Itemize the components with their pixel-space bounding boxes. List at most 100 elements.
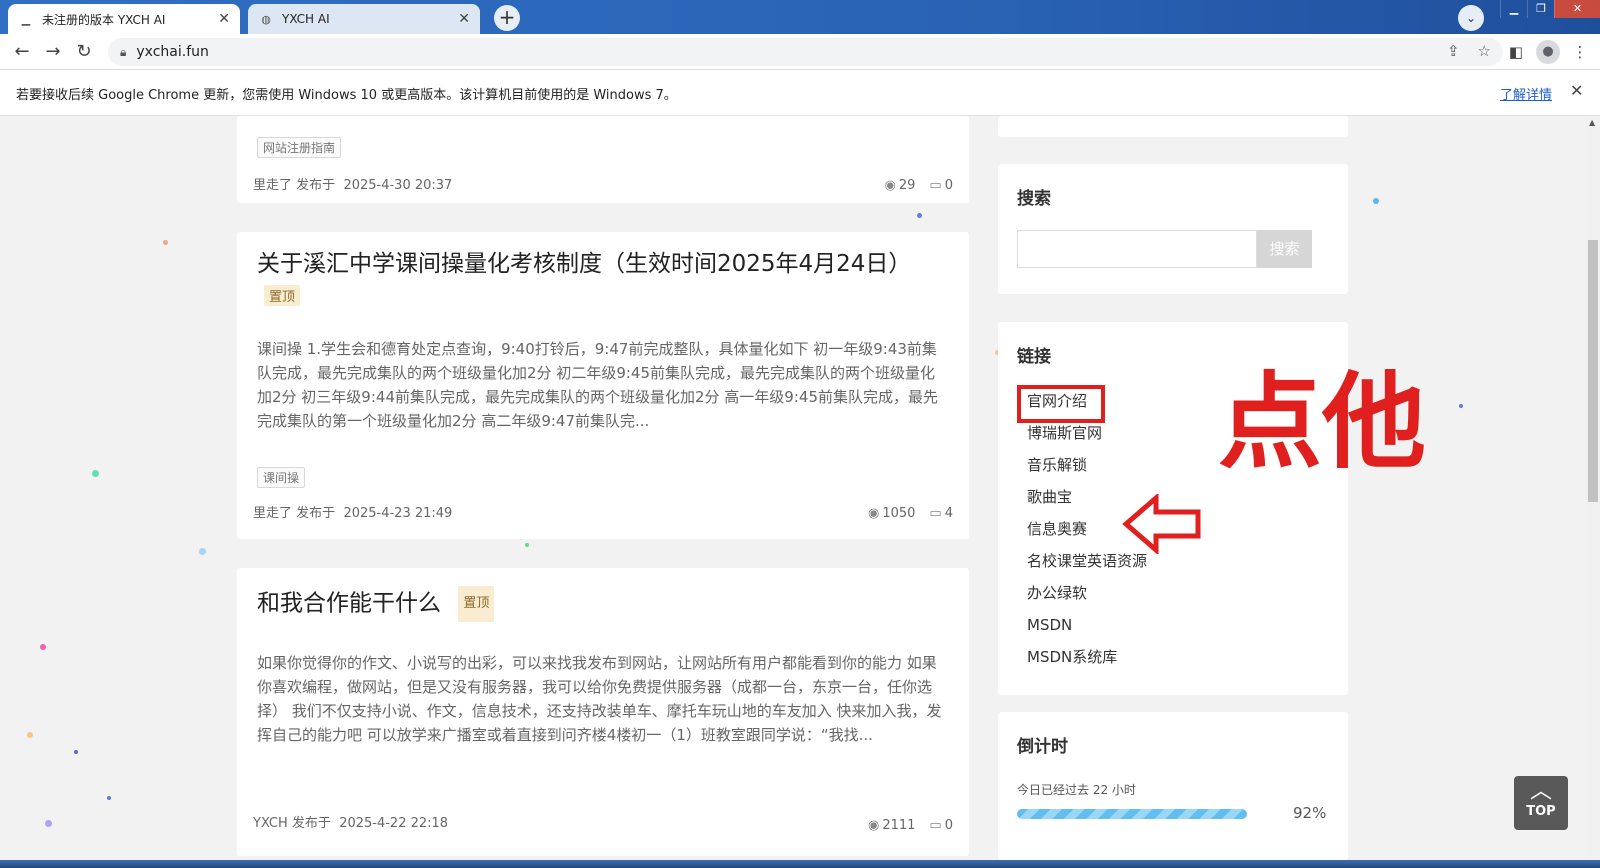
comment-count: 0 <box>944 178 953 193</box>
window-controls: ▁ ❐ ✕ <box>1500 0 1600 18</box>
lock-icon[interactable]: 🔒︎ <box>120 45 126 60</box>
particle-dot <box>74 750 78 754</box>
back-to-top-button[interactable]: ︿ TOP <box>1514 776 1568 830</box>
post-tag[interactable]: 网站注册指南 <box>257 137 342 158</box>
scrollbar-thumb[interactable] <box>1588 240 1598 502</box>
post-date: 2025-4-30 20:37 <box>343 178 453 193</box>
post-meta: YXCH 发布于 2025-4-22 22:18 <box>253 812 448 831</box>
tab-inactive[interactable]: ◍ YXCH AI ✕ <box>248 4 480 34</box>
tab-strip: ▁ 未注册的版本 YXCH AI ✕ ◍ YXCH AI ✕ + ⌄ ▁ ❐ ✕ <box>0 0 1600 34</box>
search-button[interactable]: 搜索 <box>1257 230 1312 268</box>
window-close-icon[interactable]: ✕ <box>1554 0 1600 18</box>
reload-icon[interactable]: ↻ <box>72 40 96 64</box>
learn-more-link[interactable]: 了解详情 <box>1500 84 1552 103</box>
site-favicon-icon: ▁ <box>21 12 31 26</box>
close-tab-icon[interactable]: ✕ <box>458 11 470 27</box>
post-title[interactable]: 和我合作能干什么 置顶 <box>257 586 495 622</box>
post-author[interactable]: YXCH <box>253 816 288 831</box>
post-meta: 里走了 发布于 2025-4-23 21:49 <box>253 502 452 521</box>
post-card[interactable]: 网站注册指南 里走了 发布于 2025-4-30 20:37 ◉ 29 ▭ 0 <box>237 116 969 203</box>
highlight-box <box>1017 385 1105 423</box>
eye-icon: ◉ <box>884 178 896 193</box>
post-tag[interactable]: 课间操 <box>257 467 306 488</box>
post-date: 2025-4-22 22:18 <box>339 816 449 831</box>
particle-dot <box>199 548 206 555</box>
url-text: yxchai.fun <box>136 44 209 60</box>
comment-icon: ▭ <box>929 178 942 193</box>
back-arrow-icon[interactable]: ← <box>10 40 34 64</box>
view-count: 29 <box>898 178 916 193</box>
close-tab-icon[interactable]: ✕ <box>218 11 230 27</box>
tab-active[interactable]: ▁ 未注册的版本 YXCH AI ✕ <box>8 4 240 34</box>
post-author[interactable]: 里走了 <box>253 506 292 521</box>
restore-icon[interactable]: ❐ <box>1527 0 1554 18</box>
post-excerpt: 课间操 1.学生会和德育处定点查询，9:40打铃后，9:47前完成整队，具体量化… <box>257 340 938 430</box>
particle-dot <box>163 240 168 245</box>
day-progress-bar <box>1017 809 1247 819</box>
forward-arrow-icon[interactable]: → <box>41 40 65 64</box>
post-stats: ◉ 1050 ▭ 4 <box>868 506 953 521</box>
particle-dot <box>92 470 99 477</box>
address-bar[interactable]: 🔒︎ yxchai.fun ⇪ ☆ <box>108 38 1503 66</box>
scroll-up-icon[interactable]: ▲ <box>1589 118 1595 127</box>
comment-icon: ▭ <box>929 818 942 833</box>
os-taskbar <box>0 860 1600 868</box>
published-label: 发布于 <box>296 506 336 521</box>
search-widget: 搜索 搜索 <box>998 164 1348 294</box>
share-icon[interactable]: ⇪ <box>1447 42 1460 60</box>
particle-dot <box>40 644 46 650</box>
view-count: 2111 <box>882 818 916 833</box>
tab-search-button[interactable]: ⌄ <box>1458 5 1484 31</box>
sidebar-card <box>998 116 1348 137</box>
profile-avatar-icon[interactable]: ● <box>1536 40 1560 64</box>
published-label: 发布于 <box>291 816 331 831</box>
countdown-label: 今日已经过去 22 小时 <box>1017 783 1136 797</box>
post-card[interactable]: 和我合作能干什么 置顶 如果你觉得你的作文、小说写的出彩，可以来找我发布到网站，… <box>237 568 969 856</box>
comment-count: 4 <box>944 506 953 521</box>
post-author[interactable]: 里走了 <box>253 178 292 193</box>
eye-icon: ◉ <box>867 506 880 521</box>
particle-dot <box>107 796 111 800</box>
particle-dot <box>917 213 922 218</box>
post-title-text[interactable]: 关于溪汇中学课间操量化考核制度（生效时间2025年4月24日） <box>257 251 911 277</box>
link-item[interactable]: 音乐解锁 <box>1027 452 1147 484</box>
tab-title: YXCH AI <box>282 12 330 26</box>
eye-icon: ◉ <box>867 818 880 833</box>
pinned-badge: 置顶 <box>458 586 495 622</box>
progress-percent: 92% <box>1293 804 1327 822</box>
new-tab-button[interactable]: + <box>494 5 520 31</box>
links-heading: 链接 <box>1017 347 1051 367</box>
post-date: 2025-4-23 21:49 <box>343 506 453 521</box>
view-count: 1050 <box>882 506 916 521</box>
back-to-top-label: TOP <box>1526 804 1556 819</box>
side-panel-icon[interactable]: ◧ <box>1504 40 1528 64</box>
page-content: 网站注册指南 里走了 发布于 2025-4-30 20:37 ◉ 29 ▭ 0 关于… <box>0 116 1586 860</box>
post-title-text[interactable]: 和我合作能干什么 <box>257 591 441 617</box>
post-stats: ◉ 29 ▭ 0 <box>885 178 953 193</box>
search-input[interactable] <box>1017 230 1257 268</box>
link-item[interactable]: MSDN系统库 <box>1027 644 1147 676</box>
left-arrow-annotation-icon <box>1122 494 1201 554</box>
comment-count: 0 <box>944 818 953 833</box>
close-infobar-icon[interactable]: ✕ <box>1570 81 1583 100</box>
link-item[interactable]: 办公绿软 <box>1027 580 1147 612</box>
published-label: 发布于 <box>296 178 336 193</box>
post-card[interactable]: 关于溪汇中学课间操量化考核制度（生效时间2025年4月24日） 置顶 课间操 1… <box>237 232 969 539</box>
link-item[interactable]: MSDN <box>1027 612 1147 644</box>
update-infobar: 若要接收后续 Google Chrome 更新，您需使用 Windows 10 … <box>0 70 1600 116</box>
post-excerpt: 如果你觉得你的作文、小说写的出彩，可以来找我发布到网站，让网站所有用户都能看到你… <box>257 654 942 744</box>
pinned-badge: 置顶 <box>264 285 301 306</box>
post-title[interactable]: 关于溪汇中学课间操量化考核制度（生效时间2025年4月24日） <box>257 247 937 281</box>
update-message: 若要接收后续 Google Chrome 更新，您需使用 Windows 10 … <box>16 88 677 103</box>
vertical-scrollbar[interactable]: ▲ <box>1586 116 1600 860</box>
particle-dot <box>1459 404 1463 408</box>
annotation-text: 点他 <box>1218 361 1427 483</box>
post-meta: 里走了 发布于 2025-4-30 20:37 <box>253 174 452 193</box>
bookmark-star-icon[interactable]: ☆ <box>1478 42 1491 60</box>
minimize-icon[interactable]: ▁ <box>1500 0 1527 18</box>
countdown-widget: 倒计时 今日已经过去 22 小时 92% <box>998 712 1348 860</box>
menu-kebab-icon[interactable]: ⋮ <box>1568 40 1592 64</box>
particle-dot <box>1373 198 1379 204</box>
particle-dot <box>27 732 33 738</box>
link-item[interactable]: 博瑞斯官网 <box>1027 420 1147 452</box>
